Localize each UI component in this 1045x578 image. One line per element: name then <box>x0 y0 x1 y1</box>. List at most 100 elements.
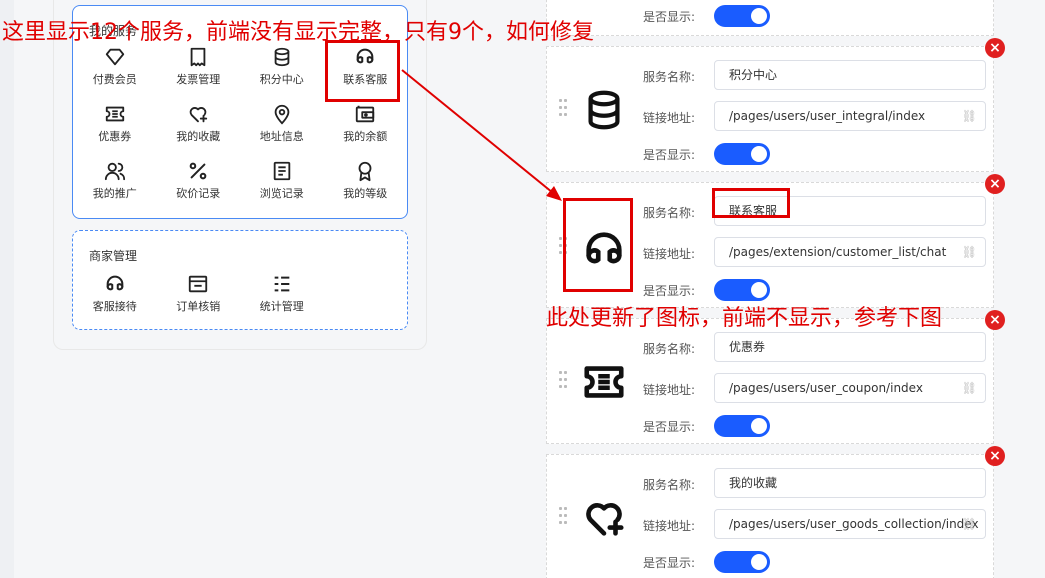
show-toggle[interactable] <box>714 5 770 27</box>
award-icon <box>358 161 372 182</box>
show-label: 是否显示: <box>643 284 696 298</box>
left-edge-strip <box>0 0 14 578</box>
show-toggle[interactable] <box>714 551 770 573</box>
link-label: 链接地址: <box>643 383 696 397</box>
name-label: 服务名称: <box>643 478 696 492</box>
name-label: 服务名称: <box>643 206 696 220</box>
service-card: 服务名称: 优惠券 链接地址: /pages/users/user_coupon… <box>546 318 994 444</box>
merchant-item-label: 订单核销 <box>176 300 221 313</box>
merchant-item[interactable]: 订单核销 <box>157 273 241 330</box>
service-item-label: 发票管理 <box>176 73 221 86</box>
service-item-label: 优惠券 <box>98 130 132 143</box>
service-item-label: 积分中心 <box>259 73 304 86</box>
delete-card-button[interactable]: × <box>985 310 1005 330</box>
coupon-icon <box>105 106 124 122</box>
heart-plus-icon <box>586 503 624 536</box>
service-card: 服务名称: 我的收藏 链接地址: /pages/users/user_goods… <box>546 454 994 578</box>
merchant-item-label: 统计管理 <box>259 300 304 313</box>
name-label: 服务名称: <box>643 342 696 356</box>
annotation-top-note: 这里显示12个服务，前端没有显示完整，只有9个，如何修复 <box>2 20 594 45</box>
service-item-label: 我的推广 <box>92 187 137 200</box>
service-card-partial: 是否显示: <box>546 0 994 36</box>
link-label: 链接地址: <box>643 247 696 261</box>
link-icon[interactable]: ⛓ <box>962 374 977 402</box>
highlight-box-headset-icon <box>563 198 633 292</box>
show-label: 是否显示: <box>643 10 696 24</box>
service-link-value: /pages/users/user_coupon/index <box>729 381 923 395</box>
service-item[interactable]: 积分中心 <box>240 46 324 103</box>
link-label: 链接地址: <box>643 519 696 533</box>
highlight-box-service-name <box>712 188 790 218</box>
show-label: 是否显示: <box>643 148 696 162</box>
merchant-section[interactable]: 商家管理 客服接待 订单核销 统计管理 <box>72 230 408 330</box>
diamond-icon <box>105 48 124 66</box>
drag-handle-icon[interactable] <box>559 99 567 117</box>
service-card: 服务名称: 积分中心 链接地址: /pages/users/user_integ… <box>546 46 994 172</box>
list-icon <box>274 276 290 292</box>
service-item[interactable]: 我的等级 <box>324 160 408 217</box>
heart-plus-icon <box>189 107 208 123</box>
merchant-item[interactable]: 客服接待 <box>73 273 157 330</box>
service-item-label: 砍价记录 <box>176 187 221 200</box>
drag-handle-icon[interactable] <box>559 371 567 389</box>
service-link-value: /pages/users/user_goods_collection/index <box>729 517 979 531</box>
service-name-input[interactable]: 积分中心 <box>714 60 986 90</box>
service-item[interactable]: 浏览记录 <box>240 160 324 217</box>
link-icon[interactable]: ⛓ <box>962 238 977 266</box>
show-toggle[interactable] <box>714 143 770 165</box>
service-link-input[interactable]: /pages/users/user_integral/index ⛓ <box>714 101 986 131</box>
link-icon[interactable]: ⛓ <box>962 510 977 538</box>
annotation-middle-note: 此处更新了图标，前端不显示，参考下图 <box>546 306 943 331</box>
location-icon <box>274 104 290 125</box>
service-link-input[interactable]: /pages/extension/customer_list/chat ⛓ <box>714 237 986 267</box>
database-icon <box>274 47 290 67</box>
service-item[interactable]: 我的余额 <box>324 103 408 160</box>
service-item-label: 我的等级 <box>343 187 388 200</box>
service-item-label: 我的收藏 <box>176 130 221 143</box>
delete-card-button[interactable]: × <box>985 446 1005 466</box>
delete-card-button[interactable]: × <box>985 174 1005 194</box>
users-icon <box>104 162 125 181</box>
service-link-value: /pages/users/user_integral/index <box>729 109 926 123</box>
merchant-item[interactable]: 统计管理 <box>240 273 324 330</box>
service-item[interactable]: 地址信息 <box>240 103 324 160</box>
receipt-icon <box>190 47 206 67</box>
service-link-input[interactable]: /pages/users/user_goods_collection/index… <box>714 509 986 539</box>
order-check-icon <box>189 275 208 293</box>
service-name-value: 积分中心 <box>729 68 778 82</box>
merchant-title: 商家管理 <box>89 249 138 263</box>
service-item[interactable]: 发票管理 <box>157 46 241 103</box>
database-icon <box>588 90 620 130</box>
service-link-value: /pages/extension/customer_list/chat <box>729 245 947 259</box>
delete-card-button[interactable]: × <box>985 38 1005 58</box>
service-item[interactable]: 我的推广 <box>73 160 157 217</box>
coupon-icon <box>584 366 624 398</box>
service-name-input[interactable]: 优惠券 <box>714 332 986 362</box>
percent-icon <box>189 162 207 180</box>
wallet-icon <box>356 105 375 123</box>
service-item-label: 浏览记录 <box>259 187 304 200</box>
link-label: 链接地址: <box>643 111 696 125</box>
service-link-input[interactable]: /pages/users/user_coupon/index ⛓ <box>714 373 986 403</box>
show-toggle[interactable] <box>714 279 770 301</box>
document-icon <box>273 161 290 181</box>
service-name-value: 我的收藏 <box>729 476 778 490</box>
service-item[interactable]: 付费会员 <box>73 46 157 103</box>
show-label: 是否显示: <box>643 556 696 570</box>
service-item-label: 付费会员 <box>92 73 137 86</box>
service-item-label: 我的余额 <box>343 130 388 143</box>
show-toggle[interactable] <box>714 415 770 437</box>
service-item-label: 地址信息 <box>259 130 304 143</box>
service-item[interactable]: 我的收藏 <box>157 103 241 160</box>
drag-handle-icon[interactable] <box>559 507 567 525</box>
headset-icon <box>106 275 124 291</box>
service-name-value: 优惠券 <box>729 340 766 354</box>
link-icon[interactable]: ⛓ <box>962 102 977 130</box>
service-item[interactable]: 优惠券 <box>73 103 157 160</box>
service-item[interactable]: 砍价记录 <box>157 160 241 217</box>
show-label: 是否显示: <box>643 420 696 434</box>
service-name-input[interactable]: 我的收藏 <box>714 468 986 498</box>
merchant-item-label: 客服接待 <box>92 300 137 313</box>
name-label: 服务名称: <box>643 70 696 84</box>
highlight-box-contact-service <box>325 40 400 102</box>
